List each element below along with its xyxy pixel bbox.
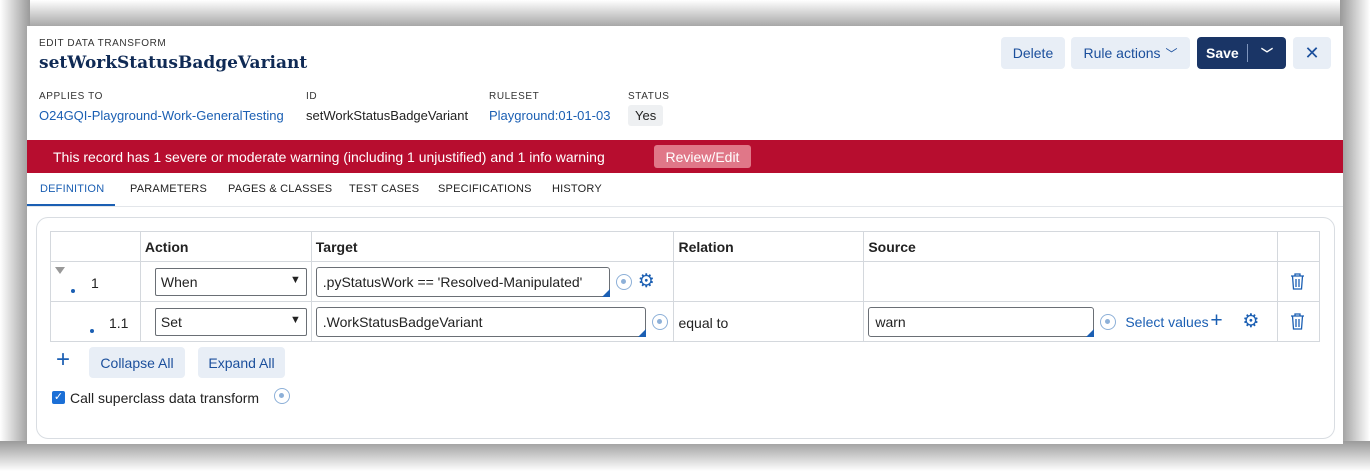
column-header-tree [50,231,141,262]
warning-banner: This record has 1 severe or moderate war… [27,140,1343,173]
review-edit-button[interactable]: Review/Edit [654,145,751,168]
gear-icon[interactable]: ⚙ [638,272,655,291]
tab-test-cases[interactable]: TEST CASES [349,183,419,195]
table-header-row: Action Target Relation Source [50,231,1320,262]
column-header-source: Source [863,231,1278,262]
tab-parameters[interactable]: PARAMETERS [130,183,207,195]
target-input[interactable]: .pyStatusWork == 'Resolved-Manipulated' [315,267,610,297]
superclass-checkbox[interactable]: ✓ [52,391,65,404]
close-button[interactable]: ✕ [1293,37,1331,69]
collapse-all-button[interactable]: Collapse All [89,347,185,378]
applies-to-link[interactable]: O24GQI-Playground-Work-GeneralTesting [39,108,284,123]
source-cell: warn Select values + ⚙ [863,301,1278,342]
trash-icon[interactable] [1290,273,1305,290]
applies-to-label: APPLIES TO [39,91,103,102]
add-row-plus-icon[interactable]: + [56,346,70,374]
status-label: STATUS [628,91,670,102]
save-label: Save [1206,45,1239,61]
id-value: setWorkStatusBadgeVariant [306,108,469,123]
row-bullet-icon [71,289,75,293]
tab-history[interactable]: HISTORY [552,183,602,195]
add-value-plus-icon[interactable]: + [1210,309,1222,333]
transform-steps-table: Action Target Relation Source 1 When ▼ .… [50,231,1320,342]
tab-specifications[interactable]: SPECIFICATIONS [438,183,532,195]
delete-button[interactable]: Delete [1001,37,1065,69]
chevron-down-icon: ▼ [290,274,301,286]
row-delete-cell [1277,301,1320,342]
row-tree-cell: 1 [50,261,141,302]
source-input[interactable]: warn [868,307,1095,337]
source-input-value: warn [875,314,906,330]
autocomplete-corner-icon [601,289,610,297]
tab-pages-classes[interactable]: PAGES & CLASSES [228,183,332,195]
status-badge: Yes [628,105,664,126]
relation-cell: equal to [673,301,865,342]
chevron-down-icon: ▼ [290,314,301,326]
gear-icon[interactable]: ⚙ [1242,312,1259,331]
relation-value: equal to [678,315,729,331]
trash-icon[interactable] [1290,313,1305,330]
column-header-actions [1277,231,1320,262]
tab-bar: DEFINITION PARAMETERS PAGES & CLASSES TE… [27,174,1343,207]
screenshot-frame: EDIT DATA TRANSFORM setWorkStatusBadgeVa… [0,0,1370,471]
row-number: 1.1 [109,315,129,331]
tab-definition[interactable]: DEFINITION [40,183,104,195]
action-select-value: When [160,274,198,290]
action-select-value: Set [160,314,182,330]
autocomplete-corner-icon [1086,329,1095,337]
table-row: 1.1 Set ▼ .WorkStatusBadgeVariant equal … [50,301,1320,342]
column-header-action: Action [139,231,312,262]
warning-message: This record has 1 severe or moderate war… [53,149,605,165]
superclass-picker-icon[interactable] [274,388,290,404]
select-values-link[interactable]: Select values [1125,314,1208,330]
save-menu-chevron-icon[interactable]: ﹀ [1248,45,1286,62]
superclass-checkbox-label: Call superclass data transform [70,390,260,406]
relation-cell [673,261,865,302]
target-cell: .WorkStatusBadgeVariant [310,301,675,342]
ruleset-label: RULESET [489,91,540,102]
rule-type-label: EDIT DATA TRANSFORM [39,38,167,49]
chevron-down-icon: ﹀ [1165,46,1178,61]
column-header-relation: Relation [673,231,865,262]
autocomplete-corner-icon [637,329,646,337]
collapse-triangle-icon[interactable] [55,267,65,274]
row-tree-cell: 1.1 [50,301,141,342]
table-row: 1 When ▼ .pyStatusWork == 'Resolved-Mani… [50,261,1320,302]
rule-actions-label: Rule actions [1083,45,1161,61]
source-picker-icon[interactable] [1100,314,1117,330]
save-button[interactable]: Save ﹀ [1197,37,1286,69]
tab-divider [27,206,1343,207]
page-title: setWorkStatusBadgeVariant [39,53,308,73]
action-cell: Set ▼ [139,301,312,342]
row-bullet-icon [90,329,94,333]
target-picker-icon[interactable] [615,274,632,290]
rule-actions-button[interactable]: Rule actions ﹀ [1071,37,1190,69]
action-select[interactable]: Set ▼ [154,308,307,336]
id-label: ID [306,91,318,102]
source-cell [863,261,1278,302]
ruleset-link[interactable]: Playground:01-01-03 [489,108,610,123]
action-select[interactable]: When ▼ [154,268,307,296]
row-number: 1 [91,275,99,291]
action-cell: When ▼ [139,261,312,302]
expand-all-button[interactable]: Expand All [198,347,285,378]
target-picker-icon[interactable] [651,314,668,330]
row-delete-cell [1277,261,1320,302]
target-input-value: .WorkStatusBadgeVariant [322,314,483,330]
target-input[interactable]: .WorkStatusBadgeVariant [315,307,646,337]
column-header-target: Target [310,231,675,262]
target-input-value: .pyStatusWork == 'Resolved-Manipulated' [322,274,583,290]
edit-data-transform-window: EDIT DATA TRANSFORM setWorkStatusBadgeVa… [27,26,1343,444]
target-cell: .pyStatusWork == 'Resolved-Manipulated' … [310,261,675,302]
